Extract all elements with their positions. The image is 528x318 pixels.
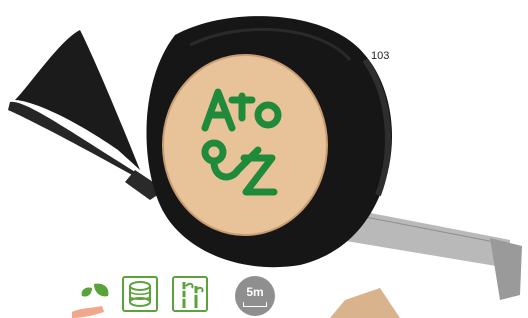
bamboo-icon	[172, 276, 208, 312]
product-code: 103	[371, 50, 390, 62]
recycled-spool-icon	[122, 276, 158, 312]
feature-icons: 5m	[68, 276, 328, 318]
tape-length-label: 5m	[246, 285, 264, 299]
bamboo-face-plate	[162, 54, 328, 236]
tape-blade	[340, 210, 522, 300]
ruler-mark	[243, 302, 267, 307]
wood-sample	[330, 288, 400, 318]
tape-measure-photo	[8, 16, 522, 318]
hand-leaf-icon	[72, 283, 109, 318]
tape-length-icon: 5m	[235, 276, 275, 316]
wrist-strap	[8, 30, 165, 200]
